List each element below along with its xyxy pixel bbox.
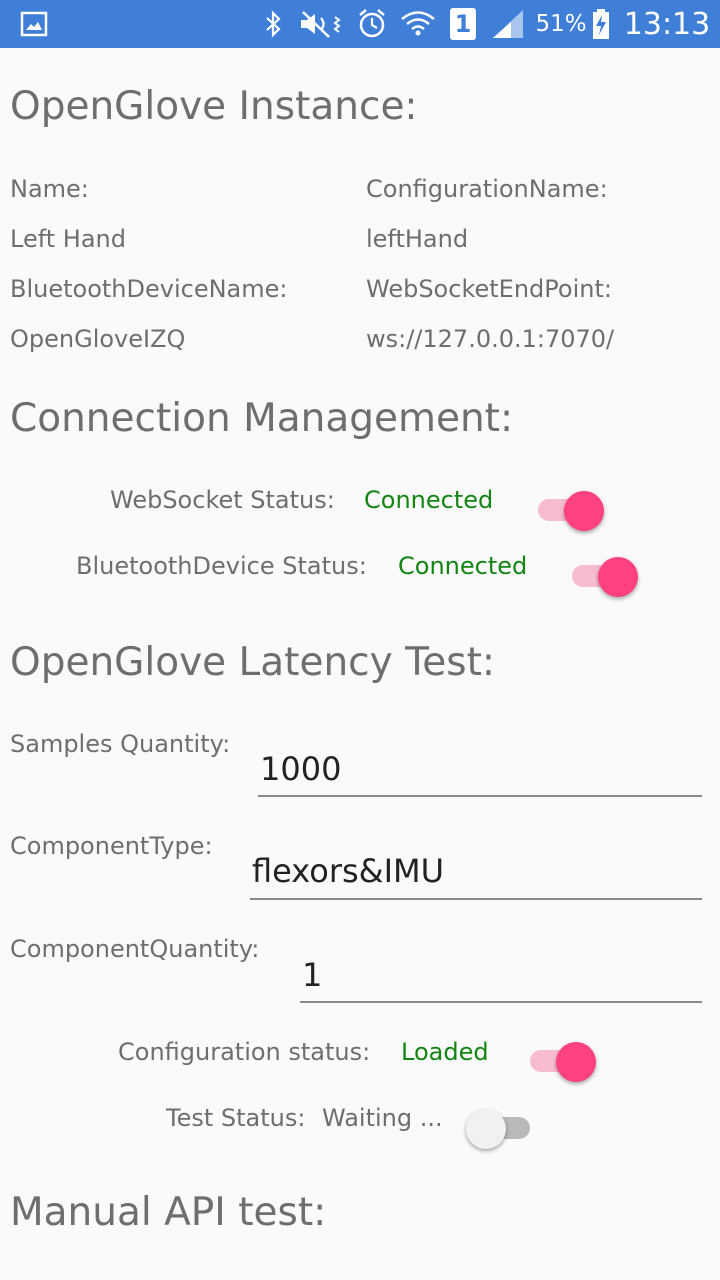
mute-icon [298,0,348,48]
samples-quantity-label: Samples Quantity: [10,730,231,758]
bluetooth-device-name-label: BluetoothDeviceName: [10,275,288,303]
alarm-icon [355,0,389,48]
sim-number: 1 [454,10,472,38]
bluetooth-switch[interactable] [568,551,638,597]
clock: 13:13 [623,6,711,42]
sim-icon: 1 [448,0,478,48]
websocket-status-label: WebSocket Status: [110,486,335,514]
gallery-icon [20,11,48,37]
websocket-endpoint-value: ws://127.0.0.1:7070/ [366,325,615,353]
bluetooth-status-label: BluetoothDevice Status: [76,552,367,580]
websocket-switch[interactable] [534,485,604,531]
latency-heading: OpenGlove Latency Test: [10,640,496,685]
configuration-switch[interactable] [526,1036,596,1082]
name-value: Left Hand [10,225,126,253]
component-type-underline [250,898,702,900]
test-status-value: Waiting ... [322,1104,443,1132]
switch-thumb [564,491,604,531]
switch-thumb [556,1042,596,1082]
status-bar: 1 51% 13:13 [0,0,720,48]
component-type-label: ComponentType: [10,832,213,860]
signal-icon [490,0,526,48]
configuration-status-value: Loaded [401,1038,489,1066]
configuration-status-label: Configuration status: [118,1038,371,1066]
battery-percent: 51% [535,11,587,37]
bluetooth-status-value: Connected [398,552,528,580]
component-type-input[interactable]: flexors&IMU [252,852,444,890]
test-switch[interactable] [466,1103,536,1149]
samples-quantity-input[interactable]: 1000 [260,750,341,788]
component-quantity-input[interactable]: 1 [302,956,322,994]
connection-heading: Connection Management: [10,396,514,441]
wifi-icon [398,0,438,48]
test-status-label: Test Status: [166,1104,306,1132]
configuration-name-value: leftHand [366,225,469,253]
battery-charging-icon [590,0,612,48]
switch-thumb [598,557,638,597]
samples-quantity-underline [258,795,702,797]
bluetooth-icon [262,0,286,48]
name-label: Name: [10,175,89,203]
configuration-name-label: ConfigurationName: [366,175,608,203]
websocket-status-value: Connected [364,486,494,514]
component-quantity-label: ComponentQuantity: [10,935,260,963]
switch-thumb [466,1109,506,1149]
manual-api-heading: Manual API test: [10,1190,327,1235]
component-quantity-underline [300,1001,702,1003]
bluetooth-device-name-value: OpenGloveIZQ [10,325,186,353]
websocket-endpoint-label: WebSocketEndPoint: [366,275,612,303]
instance-heading: OpenGlove Instance: [10,84,418,129]
